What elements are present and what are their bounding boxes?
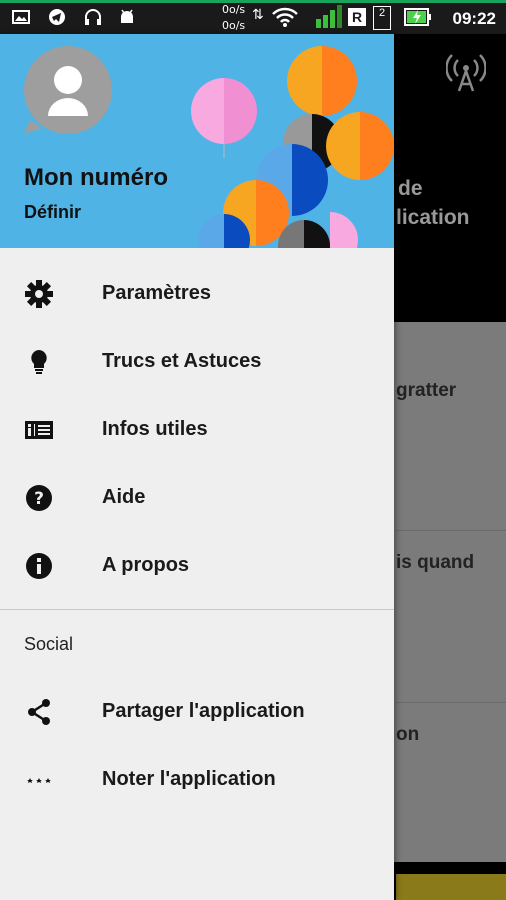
menu-item-label: Trucs et Astuces	[102, 350, 262, 372]
status-bar: 0o/s 0o/s ⇅ R 2 09:22	[0, 0, 506, 34]
menu-divider	[0, 609, 394, 610]
menu-item-label: Noter l'application	[102, 768, 276, 790]
menu-item-label: Aide	[102, 486, 146, 508]
signal-icon	[316, 5, 342, 28]
help-icon: ?	[26, 485, 52, 511]
background-title: de lication	[396, 174, 470, 232]
background-footer-bar	[396, 874, 506, 900]
menu-item-useful-info[interactable]: Infos utiles	[0, 402, 394, 458]
menu-item-label: Infos utiles	[102, 418, 208, 440]
wifi-icon	[272, 7, 298, 27]
balloons-illustration	[191, 46, 394, 248]
sim2-badge: 2	[373, 6, 391, 30]
upload-speed: 0o/s	[222, 3, 246, 16]
avatar[interactable]	[24, 46, 112, 134]
clock: 09:22	[452, 9, 496, 28]
roaming-badge: R	[348, 8, 366, 26]
menu-item-label: A propos	[102, 554, 190, 576]
menu-item-help[interactable]: ? Aide	[0, 470, 394, 526]
background-row: is quand	[396, 552, 475, 573]
menu-item-about[interactable]: A propos	[0, 538, 394, 594]
background-title-line1: de	[398, 177, 423, 200]
share-icon	[28, 699, 50, 725]
status-accent-line	[0, 0, 506, 3]
antenna-icon	[446, 54, 486, 92]
define-number-link[interactable]: Définir	[24, 202, 81, 223]
data-arrows-icon: ⇅	[252, 7, 264, 23]
background-row: on	[396, 724, 420, 745]
lightbulb-icon	[31, 350, 47, 374]
info-icon	[26, 553, 52, 579]
background-title-line2: lication	[396, 206, 470, 229]
menu-item-settings[interactable]: Paramètres	[0, 266, 394, 322]
background-divider	[396, 702, 506, 703]
stars-icon	[27, 778, 51, 783]
download-speed: 0o/s	[222, 19, 246, 32]
drawer-header: Mon numéro Définir	[0, 34, 394, 248]
svg-text:?: ?	[34, 489, 44, 509]
navigation-drawer: Mon numéro Définir Paramètres Trucs et A…	[0, 34, 394, 900]
background-row: gratter	[396, 380, 457, 401]
menu-item-label: Partager l'application	[102, 700, 305, 722]
background-divider	[396, 530, 506, 531]
menu-item-tips[interactable]: Trucs et Astuces	[0, 334, 394, 390]
battery-charging-icon	[404, 8, 431, 26]
menu-item-rate-app[interactable]: Noter l'application	[0, 752, 394, 808]
headphones-icon	[85, 9, 101, 25]
phone-number-title: Mon numéro	[24, 164, 168, 191]
social-section-title: Social	[24, 634, 74, 654]
gear-icon	[25, 280, 53, 308]
menu-item-label: Paramètres	[102, 282, 211, 304]
android-icon	[121, 9, 133, 23]
telegram-icon	[49, 9, 65, 25]
image-icon	[12, 10, 30, 24]
info-card-icon	[25, 421, 53, 439]
menu-item-share-app[interactable]: Partager l'application	[0, 684, 394, 740]
